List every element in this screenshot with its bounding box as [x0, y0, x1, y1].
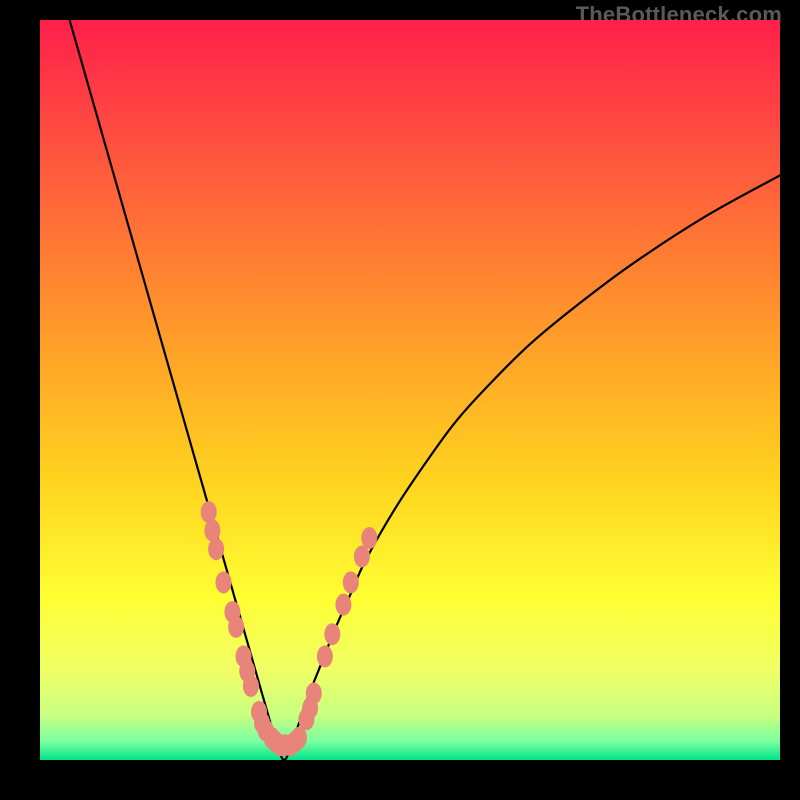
marker-point: [204, 520, 220, 542]
marker-point: [343, 571, 359, 593]
marker-point: [208, 538, 224, 560]
figure-root: TheBottleneck.com: [0, 0, 800, 800]
marker-point: [291, 727, 307, 749]
marker-point: [306, 682, 322, 704]
curve-path: [70, 20, 780, 760]
plot-area: [40, 20, 780, 760]
marker-point: [335, 594, 351, 616]
marker-point: [228, 616, 244, 638]
marker-group: [201, 501, 378, 756]
chart-svg: [40, 20, 780, 760]
marker-point: [324, 623, 340, 645]
marker-point: [243, 675, 259, 697]
marker-point: [317, 645, 333, 667]
marker-point: [354, 546, 370, 568]
marker-point: [201, 501, 217, 523]
marker-point: [216, 571, 232, 593]
marker-point: [361, 527, 377, 549]
